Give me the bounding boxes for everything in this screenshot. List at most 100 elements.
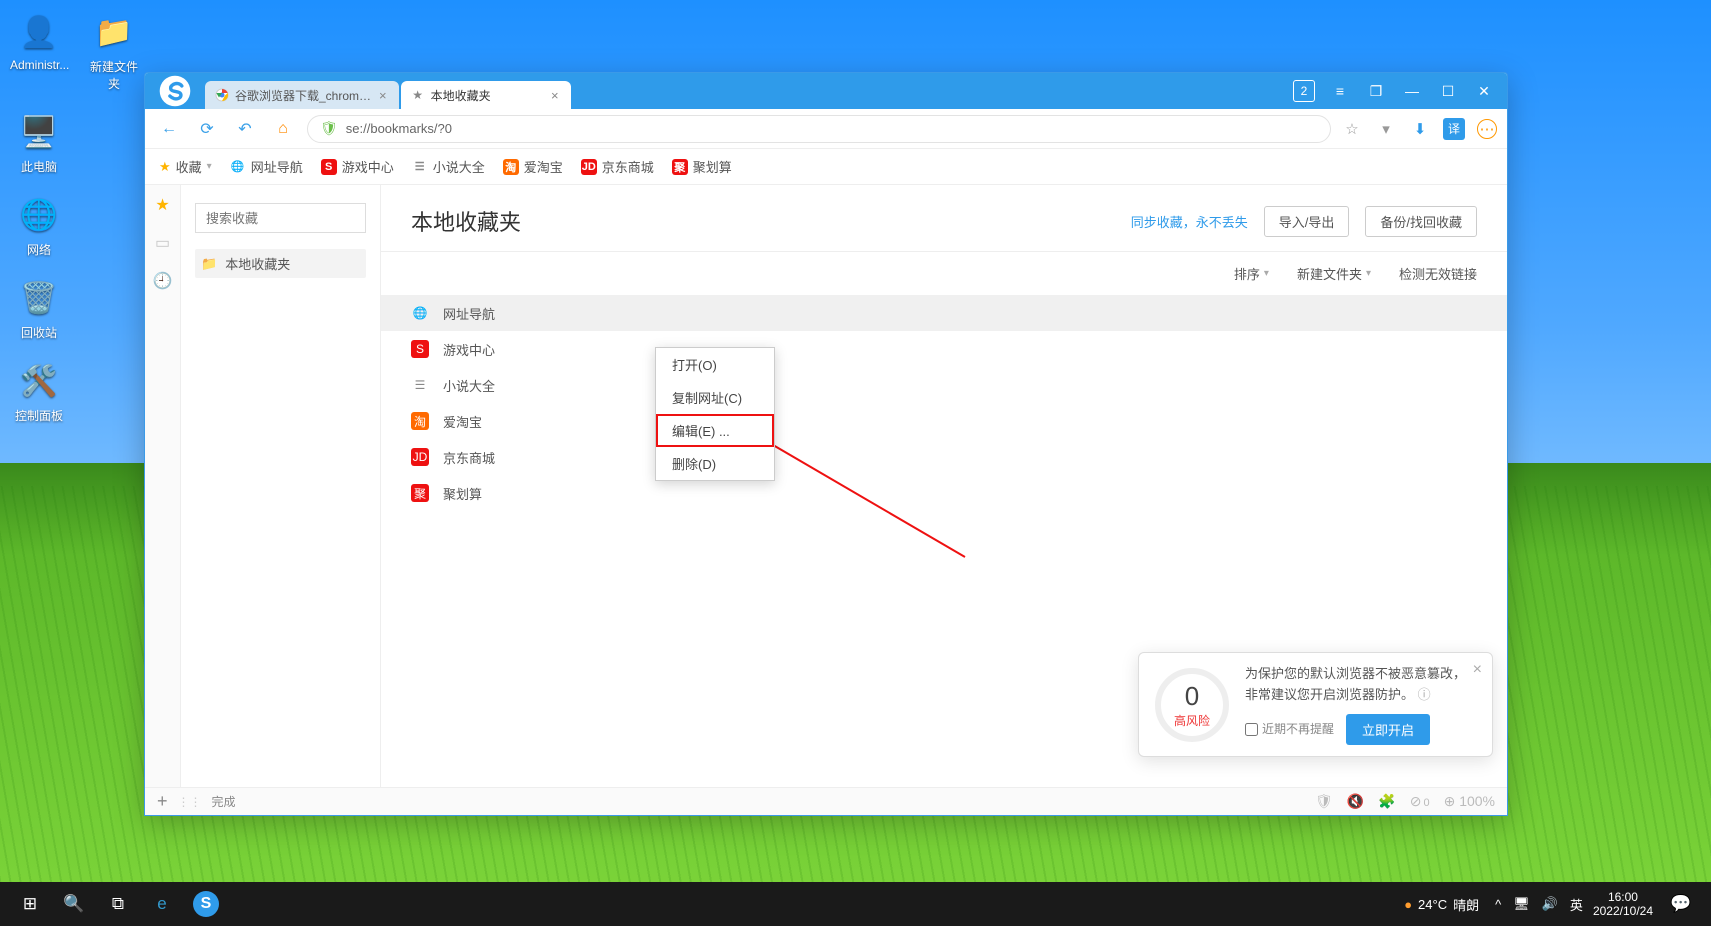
tabstrip: 谷歌浏览器下载_chrom… × ★ 本地收藏夹 ×: [205, 73, 1281, 109]
risk-score: 0: [1185, 681, 1199, 712]
bookmark-row[interactable]: JD京东商城: [411, 439, 1477, 475]
bookmark-row[interactable]: ☰ 小说大全: [411, 367, 1477, 403]
undo-button[interactable]: ↶: [231, 115, 259, 143]
bookmark-label: 京东商城: [602, 157, 654, 176]
bookmark-row-icon: S: [411, 340, 429, 358]
bookmark-label: 网址导航: [251, 157, 303, 176]
bookmark-row-icon: 淘: [411, 412, 429, 430]
enable-protection-button[interactable]: 立即开启: [1346, 714, 1430, 745]
folder-label: 本地收藏夹: [225, 254, 290, 273]
weather-widget[interactable]: ● 24°C 晴朗: [1404, 895, 1479, 914]
import-export-button[interactable]: 导入/导出: [1264, 206, 1350, 237]
taskbar-edge[interactable]: e: [140, 882, 184, 926]
tray-volume-icon[interactable]: 🔊: [1542, 896, 1558, 912]
desktop-icon-thispc[interactable]: 🖥️此电脑: [10, 110, 68, 175]
bookmark-row[interactable]: 🌐网址导航: [381, 295, 1507, 331]
taskview-button[interactable]: ⧉: [96, 882, 140, 926]
bookmark-bar-item[interactable]: 淘爱淘宝: [503, 157, 563, 176]
menu-icon[interactable]: ≡: [1329, 80, 1351, 102]
bookmark-bar-item[interactable]: S游戏中心: [321, 157, 394, 176]
reload-button[interactable]: ⟳: [193, 115, 221, 143]
chevron-down-icon: ▾: [207, 161, 212, 172]
popup-text-1: 为保护您的默认浏览器不被恶意篡改，: [1245, 664, 1476, 685]
tray-network-icon[interactable]: 🖥: [1513, 896, 1530, 912]
bookmark-bar-item[interactable]: 🌐网址导航: [230, 157, 303, 176]
shield-icon: 🛡: [320, 120, 338, 137]
desktop-icon-controlpanel[interactable]: 🛠️控制面板: [10, 359, 68, 424]
search-button[interactable]: 🔍: [52, 882, 96, 926]
ctx-open[interactable]: 打开(O): [656, 348, 774, 381]
info-icon[interactable]: ⓘ: [1414, 687, 1431, 702]
start-button[interactable]: ⊞: [8, 882, 52, 926]
desktop-icon-network[interactable]: 🌐网络: [10, 193, 68, 258]
star-favicon-icon: ★: [411, 88, 425, 102]
download-icon[interactable]: ⬇: [1409, 118, 1431, 140]
minimize-icon[interactable]: —: [1401, 80, 1423, 102]
tray-ime[interactable]: 英: [1570, 895, 1583, 914]
bookmark-row-label: 网址导航: [443, 304, 495, 323]
bookmark-row[interactable]: S游戏中心: [411, 331, 1477, 367]
close-icon[interactable]: ✕: [1473, 80, 1495, 102]
popup-close-icon[interactable]: ×: [1473, 661, 1482, 679]
taskbar-clock[interactable]: 16:00 2022/10/24: [1593, 890, 1653, 919]
folder-local-bookmarks[interactable]: 📁 本地收藏夹: [195, 249, 366, 278]
mute-icon[interactable]: 🔇: [1347, 793, 1364, 810]
tab-chrome-download[interactable]: 谷歌浏览器下载_chrom… ×: [205, 81, 399, 109]
ctx-copy-url[interactable]: 复制网址(C): [656, 381, 774, 414]
more-icon[interactable]: ⋯: [1477, 119, 1497, 139]
icon-label: 此电脑: [10, 158, 68, 175]
bookmark-row-icon: ☰: [411, 376, 429, 394]
tray-chevron-icon[interactable]: ^: [1495, 897, 1501, 912]
sort-dropdown[interactable]: 排序▾: [1234, 264, 1269, 283]
dont-remind-checkbox[interactable]: 近期不再提醒: [1245, 720, 1334, 739]
desktop-icon-administrator[interactable]: 👤Administr...: [10, 10, 68, 92]
adblock-icon[interactable]: ⊘0: [1410, 793, 1430, 810]
chevron-down-icon[interactable]: ▾: [1375, 118, 1397, 140]
ctx-edit[interactable]: 编辑(E) ...: [656, 414, 774, 447]
rail-favorites-icon[interactable]: ★: [155, 195, 169, 215]
back-button[interactable]: ←: [155, 115, 183, 143]
sogou-logo-icon: [145, 73, 205, 109]
backup-restore-button[interactable]: 备份/找回收藏: [1365, 206, 1477, 237]
tab-bookmarks[interactable]: ★ 本地收藏夹 ×: [401, 81, 571, 109]
clock-time: 16:00: [1593, 890, 1653, 904]
search-input[interactable]: [195, 203, 366, 233]
bookmark-row-label: 小说大全: [443, 376, 495, 395]
restore-icon[interactable]: ❐: [1365, 80, 1387, 102]
risk-label: 高风险: [1174, 712, 1210, 729]
bookmark-list: 🌐网址导航S游戏中心 ☰ 小说大全淘爱淘宝JD京东商城聚聚划算: [381, 295, 1507, 511]
zoom-control[interactable]: ⊕ 100%: [1444, 793, 1495, 810]
bookmark-bar-item[interactable]: 聚聚划算: [672, 157, 732, 176]
sync-link[interactable]: 同步收藏，永不丢失: [1131, 212, 1248, 231]
desktop-icon-newfolder[interactable]: 📁新建文件夹: [88, 10, 140, 92]
context-menu: 打开(O) 复制网址(C) 编辑(E) ... 删除(D): [655, 347, 775, 481]
address-bar: ← ⟳ ↶ ⌂ 🛡 se://bookmarks/?0 ☆ ▾ ⬇ 译 ⋯: [145, 109, 1507, 149]
new-tab-button[interactable]: +: [157, 791, 168, 812]
status-bar: + ⋮⋮ 完成 🛡 🔇 🧩 ⊘0 ⊕ 100%: [145, 787, 1507, 815]
translate-icon[interactable]: 译: [1443, 118, 1465, 140]
maximize-icon[interactable]: ☐: [1437, 80, 1459, 102]
taskbar-sogou[interactable]: S: [184, 882, 228, 926]
bookmark-bar-item[interactable]: ☰小说大全: [412, 157, 485, 176]
rail-reading-icon[interactable]: ▭: [155, 233, 170, 253]
desktop-icons: 👤Administr... 📁新建文件夹 🖥️此电脑 🌐网络 🗑️回收站 🛠️控…: [10, 10, 140, 424]
extension-icon[interactable]: 🧩: [1378, 793, 1395, 810]
url-field[interactable]: 🛡 se://bookmarks/?0: [307, 115, 1331, 143]
favorites-menu[interactable]: ★收藏▾: [159, 157, 212, 176]
bookmark-star-icon[interactable]: ☆: [1341, 118, 1363, 140]
tab-close-icon[interactable]: ×: [377, 88, 389, 103]
new-folder-dropdown[interactable]: 新建文件夹▾: [1297, 264, 1371, 283]
check-invalid-links[interactable]: 检测无效链接: [1399, 264, 1477, 283]
shield-status-icon[interactable]: 🛡: [1315, 793, 1333, 810]
tab-count-badge[interactable]: 2: [1293, 80, 1315, 102]
notifications-icon[interactable]: 💬: [1659, 882, 1703, 926]
bookmark-bar-item[interactable]: JD京东商城: [581, 157, 654, 176]
bookmark-row[interactable]: 聚聚划算: [411, 475, 1477, 511]
ctx-delete[interactable]: 删除(D): [656, 447, 774, 480]
home-button[interactable]: ⌂: [269, 115, 297, 143]
rail-history-icon[interactable]: 🕘: [153, 271, 173, 291]
titlebar[interactable]: 谷歌浏览器下载_chrom… × ★ 本地收藏夹 × 2 ≡ ❐ — ☐ ✕: [145, 73, 1507, 109]
desktop-icon-recyclebin[interactable]: 🗑️回收站: [10, 276, 68, 341]
bookmark-row[interactable]: 淘爱淘宝: [411, 403, 1477, 439]
tab-close-icon[interactable]: ×: [549, 88, 561, 103]
